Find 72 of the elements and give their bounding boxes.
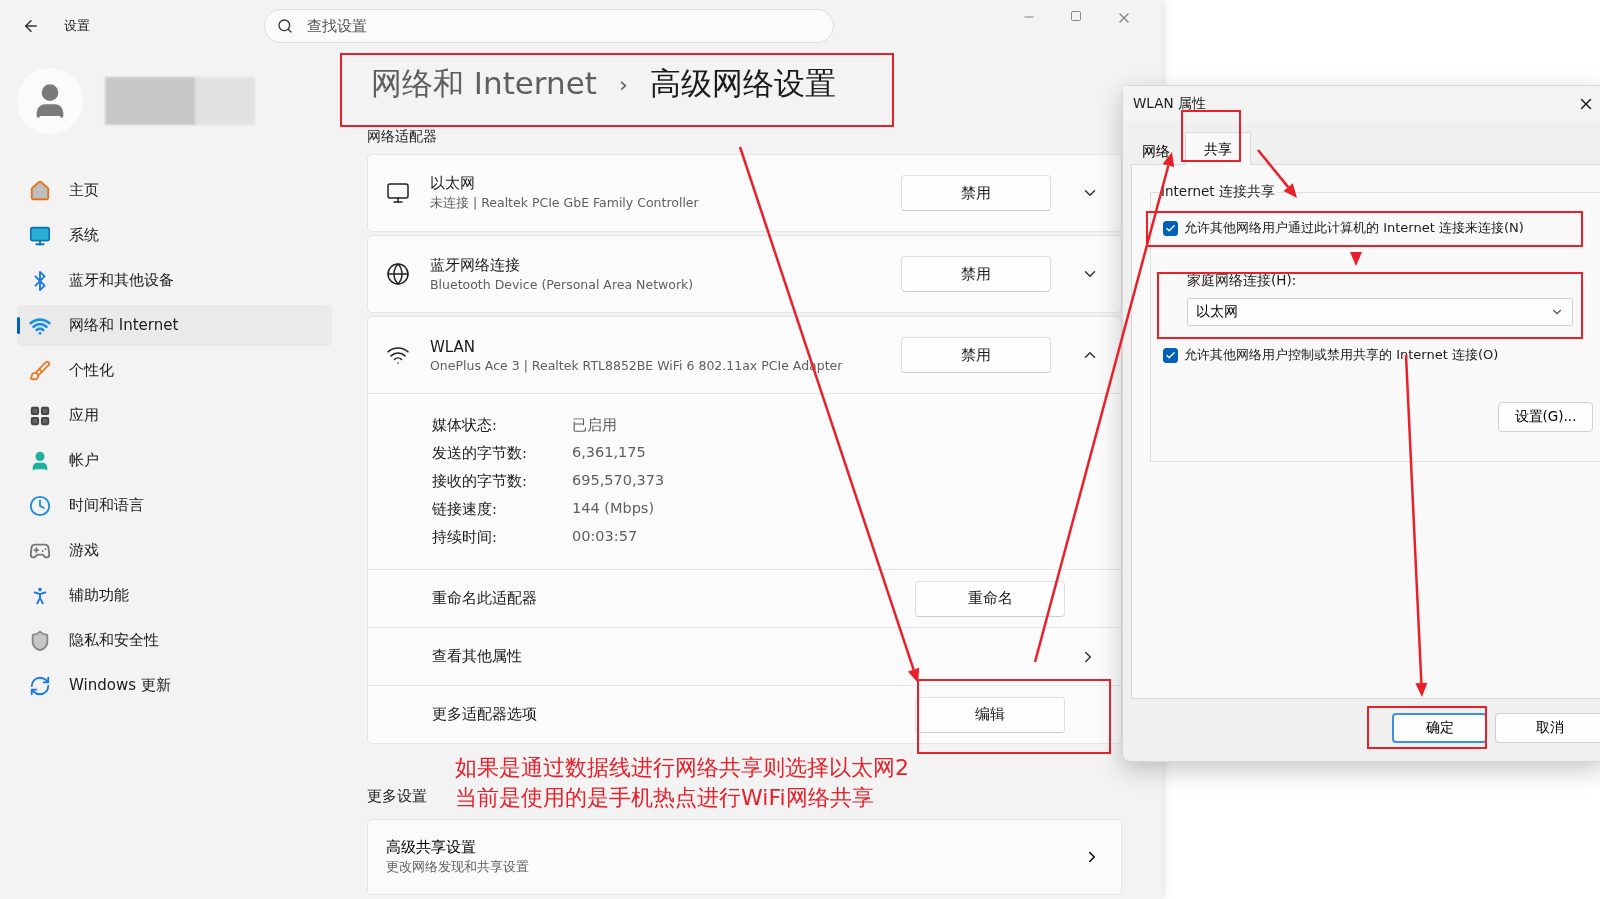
sidebar-item[interactable]: 应用 [17,395,332,436]
option-label: 更多适配器选项 [432,705,538,724]
checkbox-label: 允许其他网络用户通过此计算机的 Internet 连接来连接(N) [1184,219,1524,237]
option-label: 查看其他属性 [432,647,523,666]
settings-link-card[interactable]: 高级共享设置 更改网络发现和共享设置 [367,819,1122,895]
detail-label: 持续时间: [432,528,498,547]
brush-icon [29,359,51,382]
detail-value: 6,361,175 [572,444,647,462]
sidebar-item[interactable]: 网络和 Internet [17,305,332,346]
sidebar-item[interactable]: Windows 更新 [17,665,332,706]
sidebar-item[interactable]: 蓝牙和其他设备 [17,260,332,301]
detail-label: 发送的字节数: [432,444,528,463]
settings-button[interactable]: 设置(G)... [1498,402,1593,432]
checkbox[interactable] [1163,347,1178,363]
adapter-description: Bluetooth Device (Personal Area Network) [430,277,695,292]
sidebar-item[interactable]: 游戏 [17,530,332,571]
detail-label: 媒体状态: [432,416,498,435]
sidebar-item[interactable]: 辅助功能 [17,575,332,616]
monitor-icon [386,181,410,205]
highlight-frame [1181,110,1241,162]
section-heading: 网络适配器 [367,128,437,146]
section-heading: 更多设置 [367,787,427,807]
breadcrumb-link[interactable]: 网络和 Internet [371,63,597,105]
annotation-text: 如果是通过数据线进行网络共享则选择以太网2 [455,754,910,782]
search-icon [277,18,293,34]
connection-dropdown[interactable]: 以太网 [1187,298,1573,326]
checkbox[interactable] [1163,220,1178,236]
checkbox-label: 允许其他网络用户控制或禁用共享的 Internet 连接(O) [1184,346,1499,364]
breadcrumb-separator: › [618,71,628,97]
checkmark-icon [1165,222,1176,234]
detail-value: 144 (Mbps) [572,500,656,518]
option-button[interactable]: 重命名 [915,580,1065,617]
sidebar-item[interactable]: 系统 [17,215,332,256]
dialog-button[interactable]: 取消 [1495,713,1600,743]
option-label: 重命名此适配器 [432,589,538,608]
disable-button[interactable]: 禁用 [901,337,1051,373]
disable-button[interactable]: 禁用 [901,256,1051,292]
home-icon [29,179,51,202]
search-field[interactable]: 查找设置 [264,9,834,43]
apps-icon [29,404,51,427]
maximize-icon [1070,10,1082,22]
option-button[interactable]: 编辑 [915,696,1065,733]
sidebar-item[interactable]: 隐私和安全性 [17,620,332,661]
disable-button[interactable]: 禁用 [901,175,1051,211]
dialog-tab[interactable]: 网络 [1131,132,1181,165]
detail-value: 695,570,373 [572,472,666,490]
annotation-arrow [1350,250,1362,266]
globe-icon [386,262,410,286]
detail-label: 链接速度: [432,500,498,519]
annotation-text: 当前是使用的是手机热点进行WiFi网络共享 [455,784,875,812]
detail-label: 接收的字节数: [432,472,528,491]
refresh-icon [29,674,51,697]
adapter-name: 以太网 [430,174,476,193]
sidebar-item[interactable]: 帐户 [17,440,332,481]
sidebar-item[interactable]: 主页 [17,170,332,211]
adapter-description: 未连接 | Realtek PCIe GbE Family Controller [430,195,700,212]
group-title: Internet 连接共享 [1159,183,1277,201]
window-title: 设置 [64,17,91,35]
adapter-name: 蓝牙网络连接 [430,256,521,275]
field-label: 家庭网络连接(H): [1187,272,1298,290]
dialog-tab[interactable]: 共享 [1185,132,1251,165]
sidebar-item[interactable]: 时间和语言 [17,485,332,526]
shield-icon [29,629,51,652]
dialog-title: WLAN 属性 [1133,95,1206,113]
page-title: 高级网络设置 [649,64,836,103]
detail-value: 00:03:57 [572,528,639,546]
adapter-name: WLAN [430,337,476,356]
monitor-icon [29,224,51,247]
dialog-button[interactable]: 确定 [1392,713,1487,743]
detail-value: 已启用 [572,416,618,435]
sidebar-item[interactable]: 个性化 [17,350,332,391]
checkmark-icon [1165,349,1176,361]
